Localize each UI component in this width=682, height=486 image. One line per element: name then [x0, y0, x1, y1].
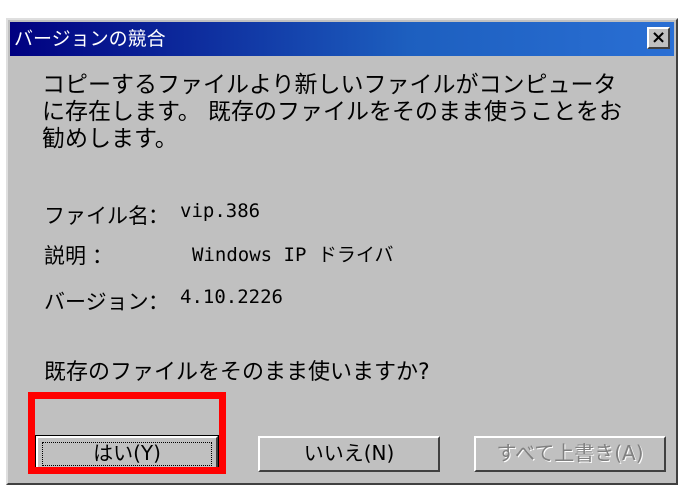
filename-label: ファイル名 — [44, 204, 149, 228]
filename-value: vip.386 — [180, 200, 261, 222]
description-colon: ： — [92, 244, 113, 268]
overwrite-all-button[interactable]: すべて上書き(A) — [474, 436, 666, 472]
close-button[interactable]: × — [647, 27, 670, 49]
question-text: 既存のファイルをそのまま使いますか? — [44, 360, 430, 385]
description-value: Windows IP ドライバ — [192, 244, 394, 266]
close-icon: × — [650, 27, 667, 48]
version-value: 4.10.2226 — [180, 286, 283, 308]
version-label: バージョン — [44, 290, 149, 314]
dialog-title: バージョンの競合 — [14, 28, 166, 50]
version-colon: ： — [148, 290, 169, 314]
message-text: コピーするファイルより新しいファイルがコンピュータ に存在します。 既存のファイ… — [42, 72, 662, 153]
title-bar: バージョンの競合 × — [10, 22, 674, 56]
message-line-1: コピーするファイルより新しいファイルがコンピュータ — [42, 72, 617, 98]
message-line-3: 勧めします。 — [42, 126, 178, 152]
highlight-box — [28, 392, 226, 474]
no-button[interactable]: いいえ(N) — [258, 436, 440, 472]
description-label: 説明 — [44, 244, 86, 268]
no-button-label: いいえ(N) — [303, 441, 395, 465]
message-line-2: に存在します。 既存のファイルをそのまま使うことをお — [42, 99, 623, 125]
filename-colon: ： — [148, 204, 169, 228]
overwrite-all-button-label: すべて上書き(A) — [496, 441, 644, 465]
